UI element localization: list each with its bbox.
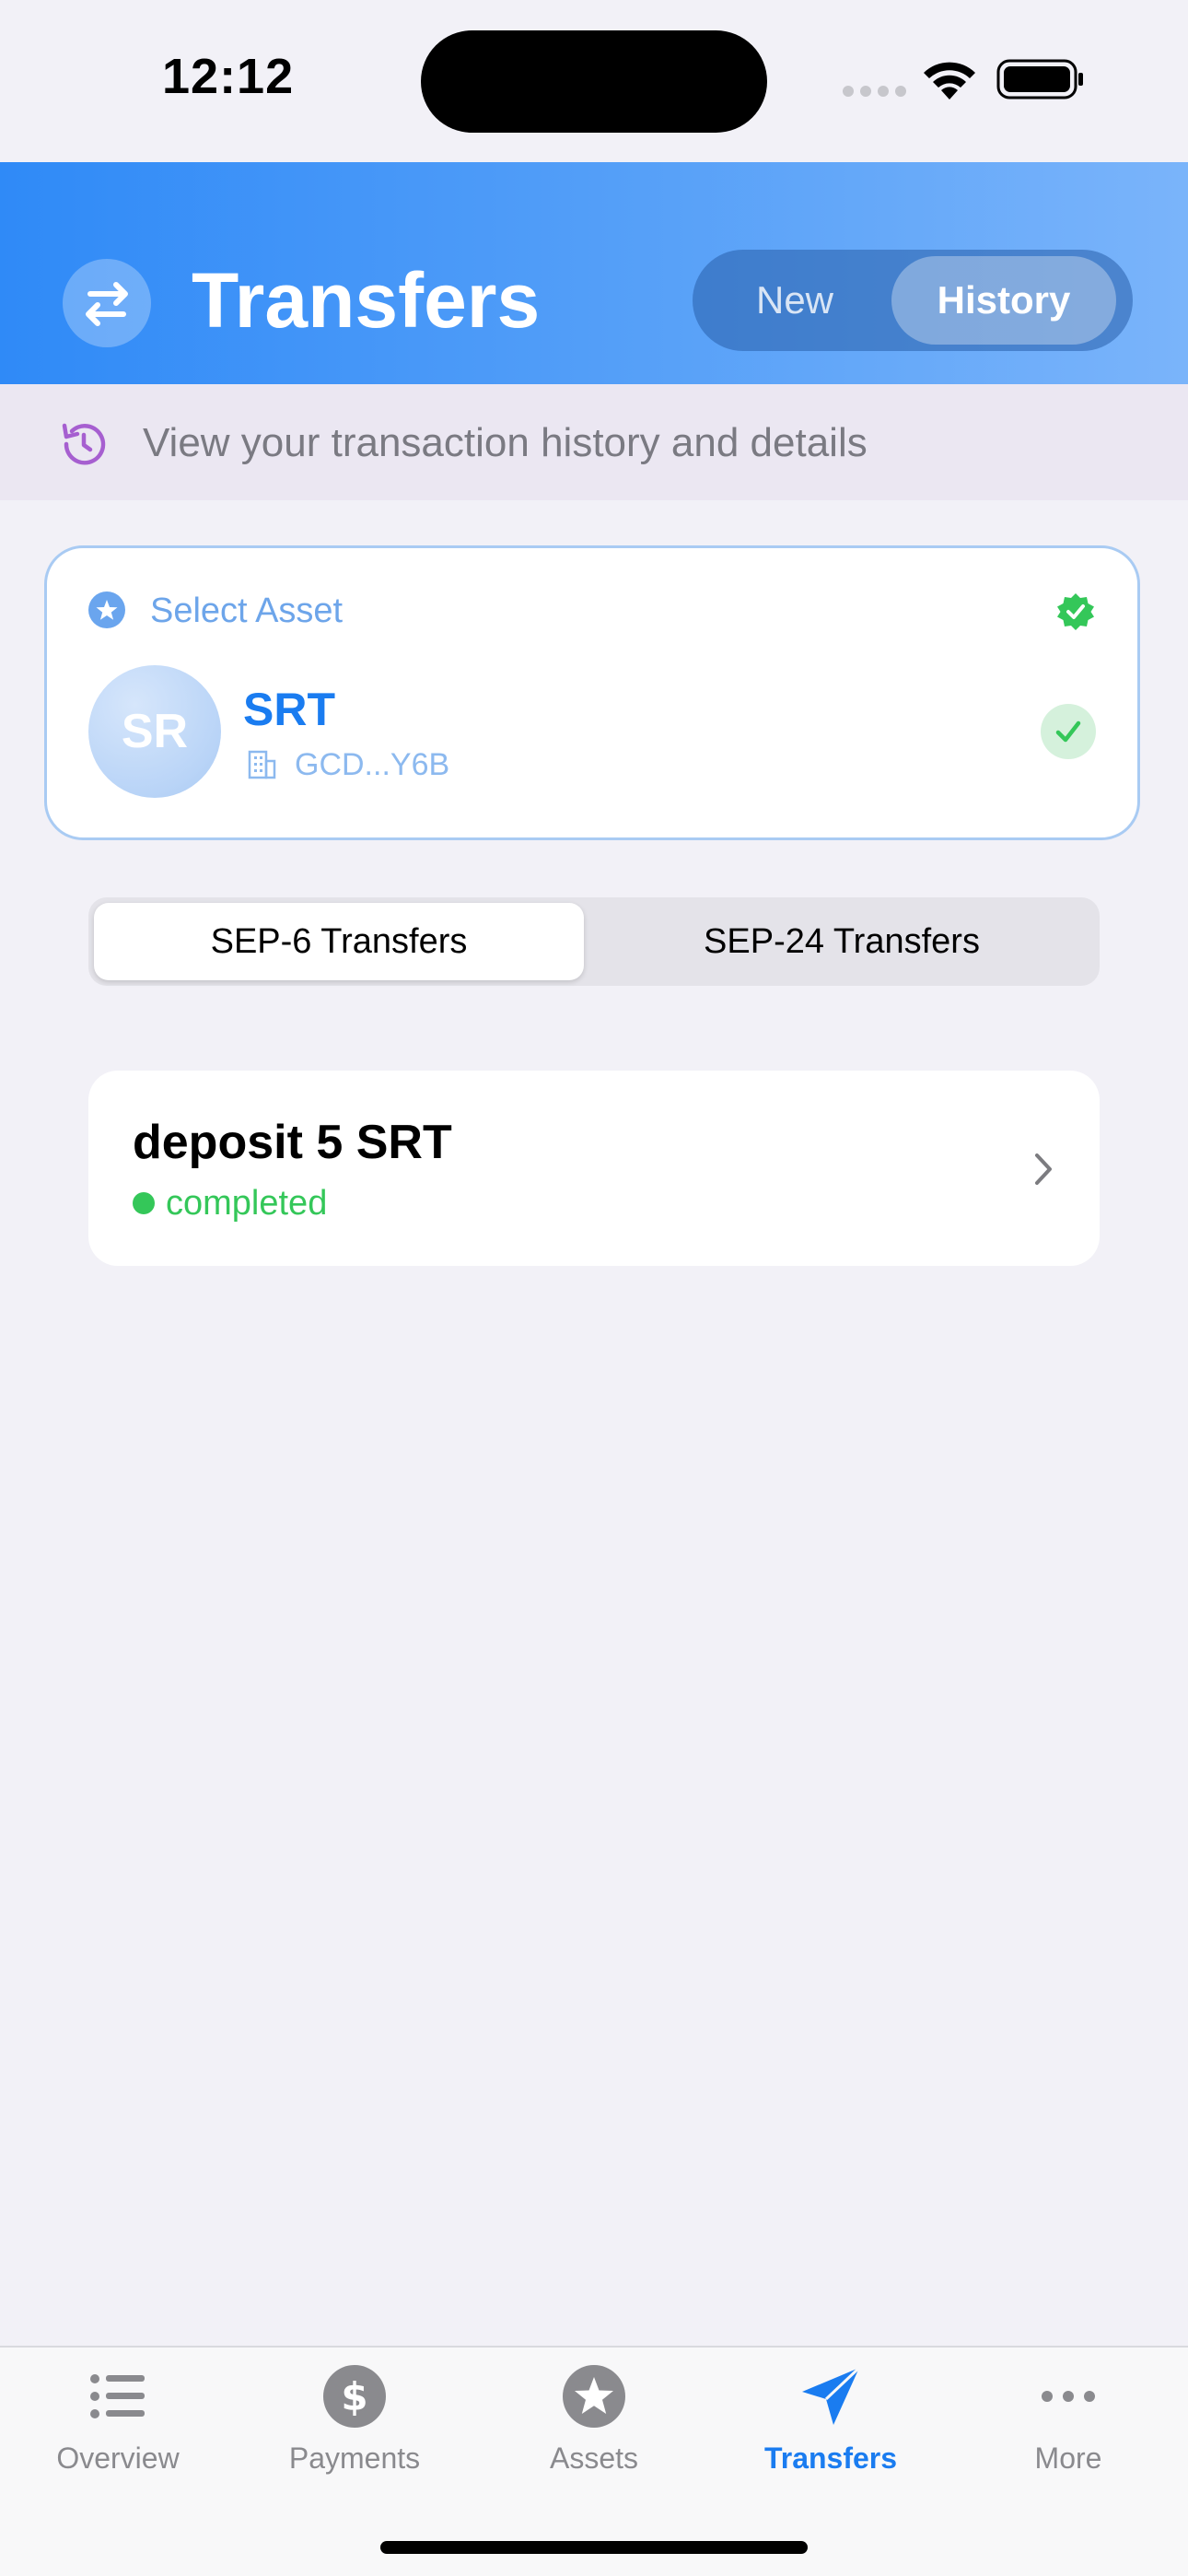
checkmark-icon	[1041, 704, 1096, 759]
dynamic-island	[421, 30, 767, 133]
segment-new[interactable]: New	[728, 256, 862, 345]
building-icon	[248, 750, 276, 779]
star-icon	[88, 591, 125, 628]
chevron-right-icon	[1035, 1153, 1052, 1185]
status-dot	[133, 1192, 155, 1214]
tab-label-transfers: Transfers	[763, 2441, 898, 2475]
signal-icon	[843, 86, 906, 97]
asset-issuer: GCD...Y6B	[295, 747, 450, 782]
home-indicator	[380, 2541, 808, 2554]
select-asset-label: Select Asset	[150, 591, 344, 630]
tab-transfers[interactable]: Transfers	[729, 2364, 932, 2484]
svg-text:$: $	[341, 2374, 367, 2419]
tab-sep24[interactable]: SEP-24 Transfers	[589, 903, 1094, 980]
paperplane-icon	[802, 2366, 861, 2425]
segment-history[interactable]: History	[891, 256, 1116, 345]
verified-badge-icon	[1057, 593, 1094, 630]
wifi-icon	[924, 62, 975, 100]
history-icon	[62, 423, 106, 465]
tab-overview[interactable]: Overview	[17, 2364, 219, 2484]
status-time: 12:12	[162, 49, 295, 104]
page-title: Transfers	[192, 257, 541, 344]
tab-label-overview: Overview	[56, 2441, 180, 2475]
tab-more[interactable]: More	[967, 2364, 1170, 2484]
tab-assets[interactable]: Assets	[493, 2364, 695, 2484]
star-icon	[563, 2365, 625, 2428]
tab-label-assets: Assets	[549, 2441, 639, 2475]
dollar-icon: $	[323, 2365, 386, 2428]
tab-payments[interactable]: $ Payments	[253, 2364, 456, 2484]
asset-code: SRT	[243, 684, 335, 735]
asset-avatar: SR	[88, 665, 221, 798]
transfer-arrows-icon[interactable]	[63, 259, 151, 347]
subtitle-text: View your transaction history and detail…	[143, 420, 868, 465]
tab-label-payments: Payments	[288, 2441, 421, 2475]
tab-sep6[interactable]: SEP-6 Transfers	[94, 903, 584, 980]
transfer-status: completed	[166, 1184, 328, 1223]
tab-label-more: More	[1034, 2441, 1102, 2475]
battery-icon	[996, 59, 1083, 100]
ellipsis-icon	[1042, 2391, 1095, 2402]
transfer-title: deposit 5 SRT	[133, 1116, 452, 1169]
list-icon	[90, 2374, 145, 2418]
